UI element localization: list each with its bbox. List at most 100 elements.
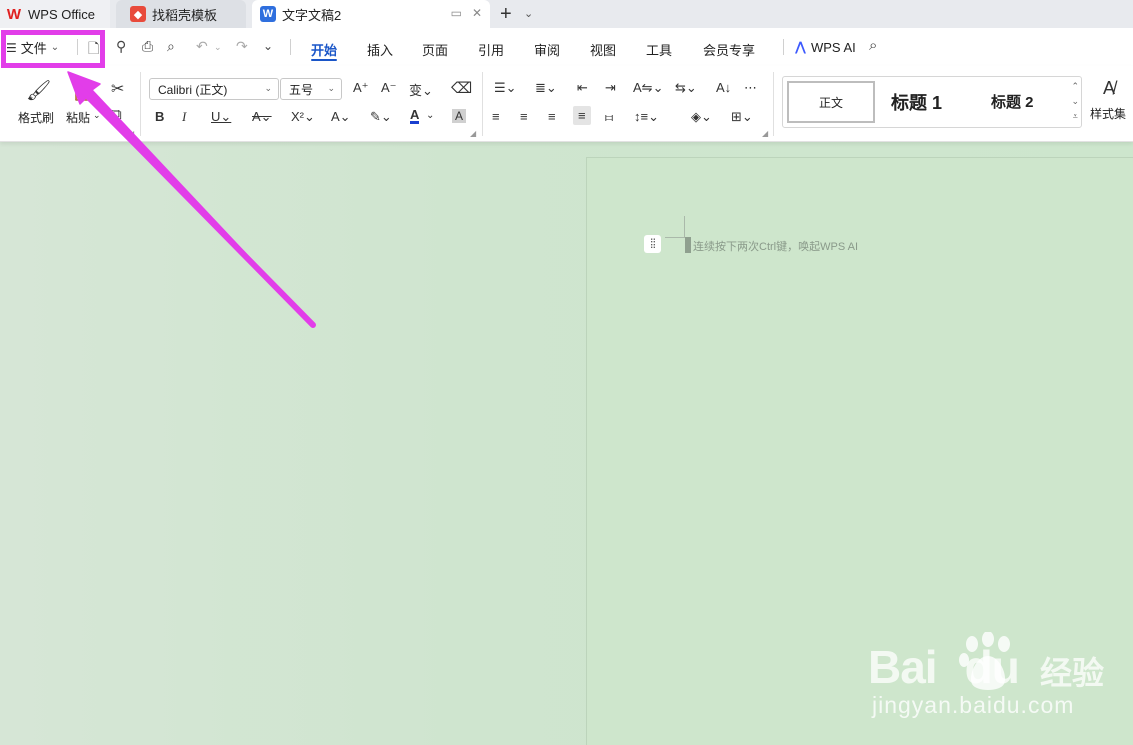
line-spacing-icon[interactable]: ↕≡⌄ xyxy=(634,109,659,125)
font-color-icon[interactable]: A xyxy=(410,108,420,124)
strikethrough-icon[interactable]: A⌄ xyxy=(252,109,272,125)
tab-list-chevron-icon[interactable]: ⌄ xyxy=(524,7,533,20)
increase-indent-icon[interactable]: ⇥ xyxy=(605,80,616,96)
print-icon[interactable]: ⎙ xyxy=(142,38,153,55)
paste-dropdown-icon[interactable]: ⌄ xyxy=(93,110,101,121)
char-shading-icon[interactable]: A xyxy=(452,109,467,123)
format-painter-icon[interactable]: 🖌 xyxy=(26,78,51,103)
font-color-dropdown-icon[interactable]: ⌄ xyxy=(426,110,434,121)
title-bar: W WPS Office ◆ 找稻壳模板 W 文字文稿2 ▭ ✕ + ⌄ xyxy=(0,0,1133,28)
align-left-icon[interactable]: ≡ xyxy=(492,109,500,124)
show-hide-marks-icon[interactable]: ⋯ xyxy=(744,80,757,96)
undo-icon[interactable]: ↶ xyxy=(196,38,208,55)
decrease-indent-icon[interactable]: ⇤ xyxy=(577,80,588,96)
tab-insert[interactable]: 插入 xyxy=(367,40,393,59)
align-center-icon[interactable]: ≡ xyxy=(520,109,528,124)
tab-document-label: 文字文稿2 xyxy=(282,7,342,23)
close-tab-icon[interactable]: ✕ xyxy=(472,6,482,20)
gallery-scroll[interactable]: ⌃ ⌄ ⩡ xyxy=(1071,79,1079,124)
dialog-launcher-icon[interactable]: ◢ xyxy=(470,129,476,138)
search-icon[interactable]: ⌕ xyxy=(869,37,877,54)
undo-dropdown-icon[interactable]: ⌄ xyxy=(214,42,222,53)
writer-doc-icon: W xyxy=(260,6,276,22)
font-name-value: Calibri (正文) xyxy=(158,82,228,97)
bullet-list-icon[interactable]: ☰⌄ xyxy=(494,80,517,96)
clear-format-icon[interactable]: ⌫ xyxy=(451,79,472,97)
tab-member[interactable]: 会员专享 xyxy=(703,40,755,59)
cut-icon[interactable]: ✂ xyxy=(111,79,124,99)
wps-ai-label: WPS AI xyxy=(810,39,856,55)
highlight-icon[interactable]: ✎⌄ xyxy=(370,109,392,125)
paste-icon[interactable]: 📋 xyxy=(71,78,96,103)
align-right-icon[interactable]: ≡ xyxy=(548,109,556,124)
superscript-icon[interactable]: X²⌄ xyxy=(291,109,315,125)
watermark-jingyan-picture: 经验 xyxy=(1040,655,1105,691)
dialog-launcher-icon[interactable]: ◢ xyxy=(762,129,768,138)
text-effect-icon[interactable]: A⌄ xyxy=(331,109,351,125)
ai-hint-text: 连续按下两次Ctrl键，唤起WPS AI xyxy=(693,241,859,253)
annotation-highlight-box xyxy=(1,30,105,68)
bold-icon[interactable]: B xyxy=(155,109,164,124)
chevron-up-icon[interactable]: ⌃ xyxy=(1071,79,1079,94)
font-size-select[interactable]: 五号 ⌄ xyxy=(280,78,342,100)
divider xyxy=(290,39,291,55)
style-set-label: 样式集 xyxy=(1090,107,1127,121)
borders-icon[interactable]: ⊞⌄ xyxy=(731,109,753,125)
wps-ai-button[interactable]: ⋀ WPS AI xyxy=(795,39,856,55)
dialog-launcher-icon[interactable]: ◢ xyxy=(128,129,134,138)
baidu-watermark: Baidu 经验 jingyan.baidu.com xyxy=(866,630,1116,725)
style-gallery: 正文 标题 1 标题 2 ⌃ ⌄ ⩡ xyxy=(782,76,1082,128)
tab-review[interactable]: 审阅 xyxy=(534,40,560,59)
tab-tools[interactable]: 工具 xyxy=(646,40,672,59)
window-pin-icon[interactable]: ▭ xyxy=(451,6,462,20)
text-direction-icon[interactable]: A͏⇋⌄ xyxy=(633,80,663,96)
chevron-down-icon: ⌄ xyxy=(264,83,272,93)
shading-icon[interactable]: ◈⌄ xyxy=(691,109,712,125)
style-heading-1[interactable]: 标题 1 xyxy=(891,89,942,115)
quick-access-more-icon[interactable]: ⌄ xyxy=(263,39,273,53)
margin-mark xyxy=(684,216,685,238)
sort-icon[interactable]: A↓ xyxy=(716,80,731,95)
distribute-icon[interactable]: ⧦ xyxy=(605,109,613,125)
paste-button[interactable]: 粘贴 xyxy=(66,109,90,126)
tab-template[interactable]: ◆ 找稻壳模板 xyxy=(116,0,246,28)
tab-view[interactable]: 视图 xyxy=(590,40,616,59)
margin-mark xyxy=(665,237,685,238)
chevron-down-icon: ⌄ xyxy=(327,83,335,93)
copy-icon[interactable]: ⧉ xyxy=(111,106,122,123)
increase-font-icon[interactable]: A⁺ xyxy=(353,80,369,96)
chevron-down-icon[interactable]: ⌄ xyxy=(1071,94,1079,109)
font-name-select[interactable]: Calibri (正文) ⌄ xyxy=(149,78,279,100)
ribbon-toolbar: 🖌 格式刷 📋 粘贴 ⌄ ✂ ⧉ ◢ Calibri (正文) ⌄ 五号 ⌄ A… xyxy=(0,66,1133,142)
tab-template-label: 找稻壳模板 xyxy=(152,7,218,23)
expand-gallery-icon[interactable]: ⩡ xyxy=(1071,109,1079,124)
tab-document[interactable]: W 文字文稿2 ▭ ✕ xyxy=(252,0,490,28)
format-brush-icon[interactable]: ⚲ xyxy=(116,38,126,55)
print-preview-icon[interactable]: ⌕ xyxy=(167,38,175,55)
underline-icon[interactable]: U⌄ xyxy=(211,109,231,125)
divider xyxy=(482,72,483,136)
tab-wps-office[interactable]: W WPS Office xyxy=(0,0,110,28)
style-heading-2[interactable]: 标题 2 xyxy=(991,91,1034,112)
chinese-layout-icon[interactable]: ⇆⌄ xyxy=(675,80,697,96)
daoke-logo-icon: ◆ xyxy=(130,6,146,22)
font-size-value: 五号 xyxy=(289,82,314,97)
style-set-button[interactable]: A̸ 样式集 xyxy=(1090,78,1127,122)
italic-icon[interactable]: I xyxy=(182,109,186,125)
tab-references[interactable]: 引用 xyxy=(478,40,504,59)
tab-start[interactable]: 开始 xyxy=(311,40,337,59)
paragraph-handle-icon[interactable]: ⁞⁞ xyxy=(644,235,661,253)
wps-ai-logo-icon: ⋀ xyxy=(795,39,806,54)
active-tab-indicator xyxy=(311,59,337,61)
redo-icon[interactable]: ↷ xyxy=(236,38,248,55)
style-set-icon: A̸ xyxy=(1103,78,1116,98)
justify-icon[interactable]: ≡ xyxy=(573,106,591,125)
divider xyxy=(783,39,784,55)
decrease-font-icon[interactable]: A⁻ xyxy=(381,80,397,96)
pinyin-guide-icon[interactable]: 变⌄ xyxy=(409,80,433,99)
new-tab-button[interactable]: + xyxy=(500,3,512,26)
style-normal[interactable]: 正文 xyxy=(787,81,875,123)
format-painter-button[interactable]: 格式刷 xyxy=(18,109,54,126)
tab-page[interactable]: 页面 xyxy=(422,40,448,59)
numbered-list-icon[interactable]: ≣⌄ xyxy=(535,80,557,96)
